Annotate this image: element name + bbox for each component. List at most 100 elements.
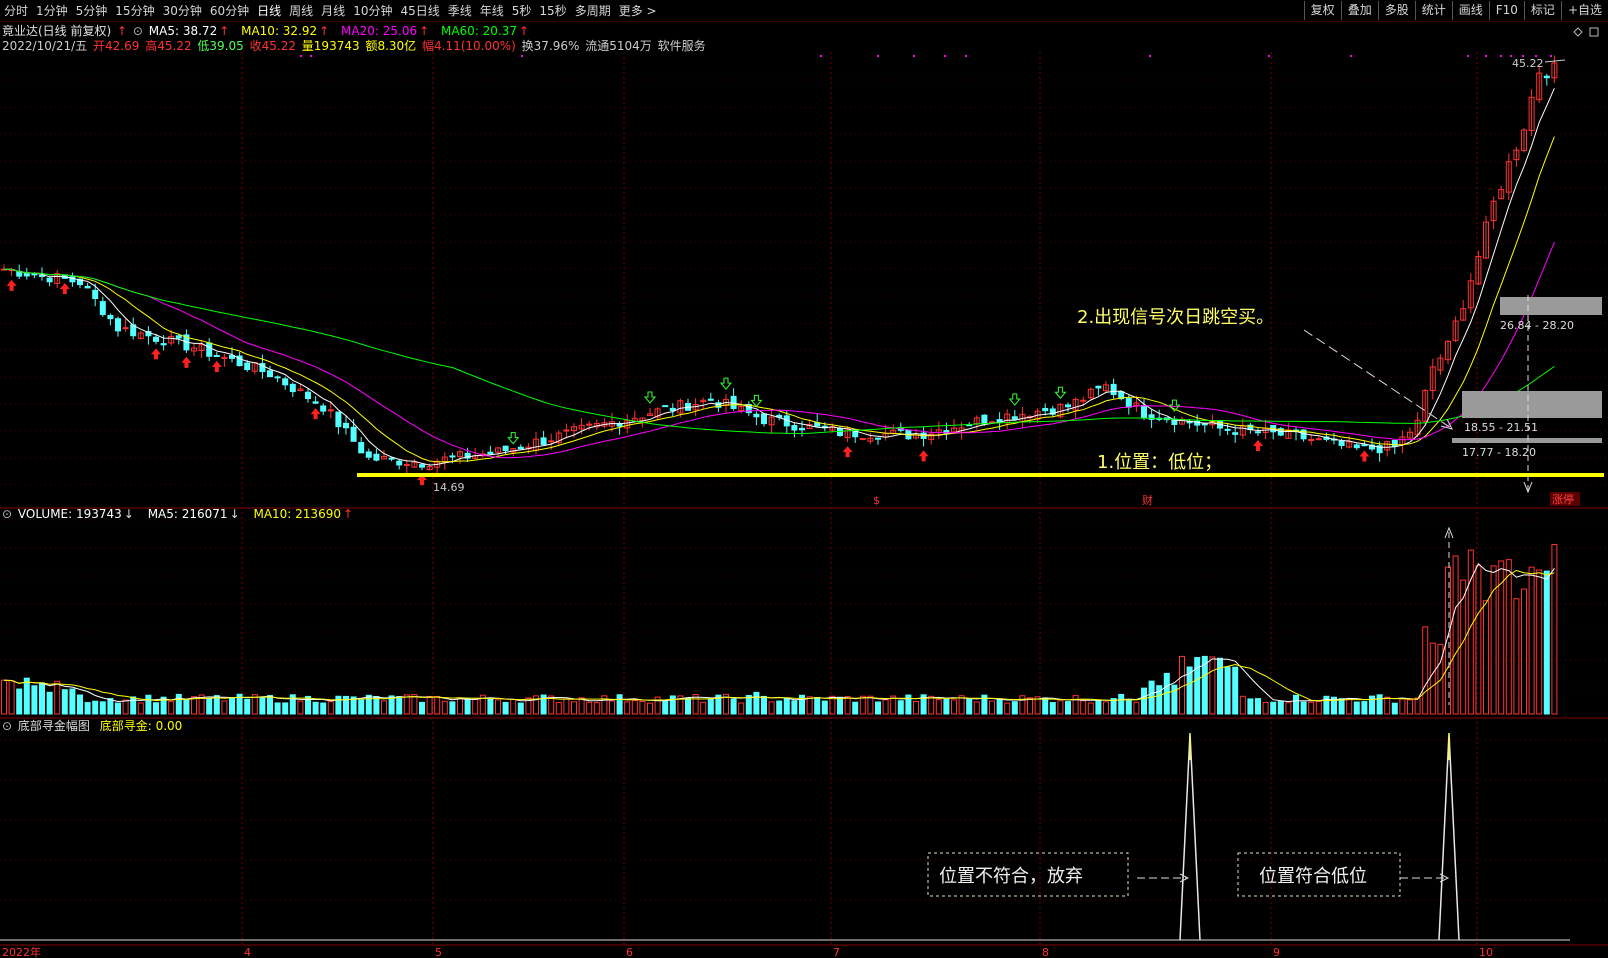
buy-arrow-icon <box>211 360 222 372</box>
volume-bar <box>1 679 7 715</box>
candle-body <box>99 301 106 315</box>
candle-body <box>23 272 30 277</box>
x-axis-label: 5 <box>435 946 442 958</box>
buy-arrow-icon <box>310 408 321 420</box>
annotation-pointer <box>1303 329 1452 429</box>
volume-bar <box>213 695 220 715</box>
event-report-mark[interactable]: 财 <box>1142 493 1153 507</box>
candle-body <box>267 370 273 378</box>
volume-bar <box>61 689 68 715</box>
volume-bar <box>373 695 380 715</box>
chip-range-label: 26.84 - 28.20 <box>1500 319 1574 332</box>
candle-body <box>859 438 866 441</box>
buy-arrow-icon <box>59 282 70 294</box>
volume-bar <box>1080 700 1087 715</box>
candle-body <box>350 426 357 442</box>
sell-arrow-icon <box>1054 386 1067 400</box>
volume-bar <box>1414 697 1421 715</box>
volume-bar <box>1361 701 1368 715</box>
candle-body <box>799 427 805 431</box>
candle-body <box>563 429 570 432</box>
volume-bar <box>1277 701 1284 715</box>
volume-bar <box>175 693 182 715</box>
candle-body <box>1353 444 1360 449</box>
accept-box-label: 位置符合低位 <box>1259 866 1367 887</box>
volume-bar <box>943 697 950 715</box>
volume-bar <box>1133 701 1140 715</box>
candle-body <box>289 383 296 393</box>
event-dividend-mark[interactable]: $ <box>873 494 880 507</box>
volume-bar <box>168 700 175 715</box>
candle-body <box>358 442 365 454</box>
candle-body <box>1080 399 1087 402</box>
volume-bar <box>77 694 83 715</box>
candle-body <box>365 451 372 458</box>
volume-bar <box>244 698 251 715</box>
volume-bar <box>46 691 53 715</box>
candle-body <box>39 274 45 277</box>
volume-bar <box>221 700 228 715</box>
volume-bar <box>495 699 501 715</box>
candle-body <box>1065 404 1071 408</box>
candle-body <box>373 453 380 461</box>
buy-arrow-icon <box>181 356 192 368</box>
buy-arrow-icon <box>1359 450 1370 462</box>
volume-ma5-line <box>3 562 1555 703</box>
volume-bar <box>1027 697 1033 715</box>
volume-bar <box>69 688 76 715</box>
candle-body <box>396 460 403 466</box>
volume-bar <box>1513 598 1520 715</box>
sell-arrow-icon <box>719 377 733 390</box>
volume-bar <box>776 700 783 715</box>
candle-body <box>274 376 281 379</box>
reject-box-label: 位置不符合，放弃 <box>939 866 1083 887</box>
window-icon[interactable] <box>1589 27 1599 37</box>
volume-bar <box>1521 588 1527 715</box>
sell-arrow-icon <box>643 391 657 404</box>
ma10-line <box>3 136 1555 463</box>
candle-body <box>1543 75 1550 79</box>
volume-bar <box>464 697 471 715</box>
volume-bar <box>396 696 403 715</box>
candle-body <box>1315 438 1322 441</box>
kline-chart[interactable]: 45.22 14.69 26.84 - 28.20 18.55 - 21.51 17.7… <box>0 0 1608 958</box>
candle-body <box>403 463 410 466</box>
volume-bar <box>1483 600 1489 715</box>
candle-body <box>92 289 99 299</box>
limit-up-badge[interactable]: 涨停 <box>1552 492 1574 506</box>
volume-bar <box>1095 699 1102 715</box>
candle-body <box>1042 407 1049 412</box>
volume-bar <box>1293 694 1299 715</box>
signal-dot <box>1467 55 1469 57</box>
candle-body <box>586 423 593 426</box>
volume-bar <box>1270 701 1277 715</box>
candle-body <box>662 405 669 408</box>
signal-dot <box>300 55 302 57</box>
volume-bar <box>806 696 813 715</box>
volume-bar <box>312 701 319 715</box>
volume-bar <box>1551 543 1558 715</box>
volume-bar <box>1285 702 1292 715</box>
signal-dot <box>1350 55 1352 57</box>
volume-bar <box>1019 695 1026 715</box>
candle-body <box>502 445 509 451</box>
volume-bar <box>335 695 342 715</box>
candle-body <box>669 407 676 412</box>
volume-bar <box>8 680 15 715</box>
candle-body <box>175 335 182 339</box>
candle-body <box>388 457 395 460</box>
volume-bar <box>578 697 585 715</box>
volume-bar <box>631 700 638 715</box>
volume-bar <box>707 698 714 715</box>
candle-body <box>320 405 327 412</box>
position-annotation: 1.位置：低位； <box>1097 452 1222 473</box>
candle-body <box>707 398 714 401</box>
chip-range-label: 17.77 - 18.20 <box>1462 446 1536 459</box>
diamond-icon[interactable] <box>1573 27 1583 37</box>
volume-bar <box>99 701 106 715</box>
signal-dot <box>310 55 312 57</box>
volume-bar <box>1209 656 1216 715</box>
candle-body <box>160 343 167 346</box>
volume-bar <box>1422 626 1429 715</box>
candle-body <box>153 336 159 342</box>
